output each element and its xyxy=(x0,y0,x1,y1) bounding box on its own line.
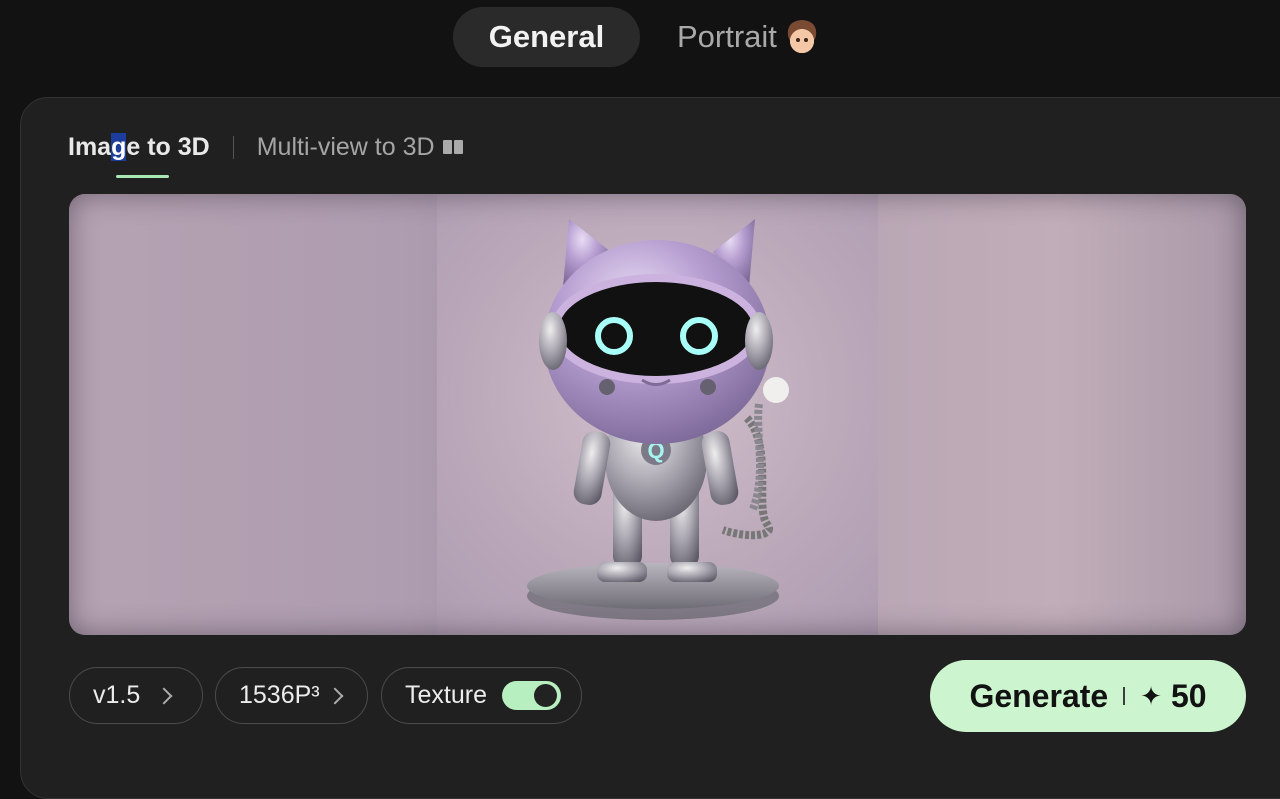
mode-tabs: Image to 3D Multi-view to 3D xyxy=(68,125,463,178)
tab-divider xyxy=(232,135,234,159)
version-selector[interactable]: v1.5 xyxy=(69,667,203,724)
image-preview[interactable]: Q xyxy=(69,194,1246,635)
generate-label: Generate xyxy=(969,677,1109,714)
book-icon xyxy=(442,140,463,154)
resolution-selector[interactable]: 1536P³ xyxy=(215,667,368,724)
uploaded-image: Q xyxy=(437,194,878,635)
generate-divider xyxy=(1123,687,1126,705)
tab-portrait[interactable]: Portrait xyxy=(677,7,819,67)
chest-badge-letter: Q xyxy=(647,438,664,463)
active-tab-underline xyxy=(116,174,169,178)
chevron-right-icon xyxy=(155,687,173,704)
tab-multi-view-to-3d[interactable]: Multi-view to 3D xyxy=(257,133,463,162)
tab-image-to-3d-label-start: Ima xyxy=(68,132,112,161)
tab-multi-view-label: Multi-view to 3D xyxy=(256,132,435,161)
portrait-avatar-icon xyxy=(784,20,819,54)
robot-cat-illustration: Q xyxy=(527,219,789,620)
text-selection-highlight: g xyxy=(111,132,127,161)
top-tabs: General Portrait xyxy=(0,0,1280,80)
tab-general-label: General xyxy=(488,19,605,54)
tab-portrait-label: Portrait xyxy=(677,19,777,54)
chevron-right-icon xyxy=(326,687,344,704)
tab-image-to-3d[interactable]: Image to 3D xyxy=(68,132,210,178)
generate-button[interactable]: Generate ✦ 50 xyxy=(930,660,1246,732)
texture-toggle-control[interactable]: Texture xyxy=(381,667,582,724)
version-label: v1.5 xyxy=(93,681,141,709)
tab-image-to-3d-label-end: e to 3D xyxy=(126,132,210,161)
sparkle-icon: ✦ xyxy=(1140,680,1162,711)
texture-toggle[interactable] xyxy=(501,681,561,710)
texture-label: Texture xyxy=(405,681,487,709)
resolution-label: 1536P³ xyxy=(239,681,320,709)
credit-cost: 50 xyxy=(1170,677,1207,714)
tab-general[interactable]: General xyxy=(453,7,640,67)
toggle-knob xyxy=(533,684,557,707)
